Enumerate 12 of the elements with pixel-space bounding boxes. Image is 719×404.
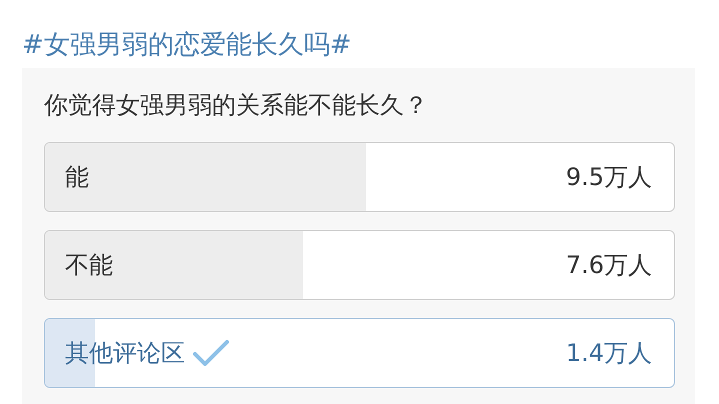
vote-count: 1.4万人 (566, 338, 652, 369)
check-icon (193, 339, 229, 367)
option-label: 能 (65, 162, 89, 193)
vote-count: 9.5万人 (566, 162, 652, 193)
option-label: 不能 (65, 250, 113, 281)
hashtag-topic[interactable]: #女强男弱的恋爱能长久吗# (22, 26, 352, 64)
poll-option[interactable]: 能 9.5万人 (44, 142, 675, 212)
poll-option[interactable]: 其他评论区 1.4万人 (44, 318, 675, 388)
poll-question: 你觉得女强男弱的关系能不能长久？ (44, 90, 428, 121)
poll-option[interactable]: 不能 7.6万人 (44, 230, 675, 300)
option-label: 其他评论区 (65, 338, 185, 369)
vote-count: 7.6万人 (566, 250, 652, 281)
